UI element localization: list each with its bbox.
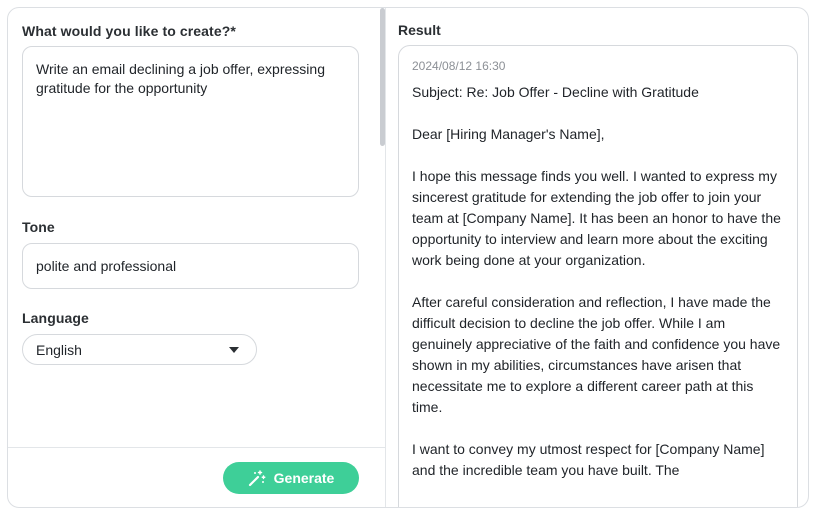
result-paragraph: I want to convey my utmost respect for [… [412,441,765,478]
result-box: 2024/08/12 16:30 Subject: Re: Job Offer … [398,45,798,507]
result-fade-overlay [399,484,797,507]
generate-button[interactable]: Generate [223,462,359,494]
result-paragraph: Subject: Re: Job Offer - Decline with Gr… [412,84,699,100]
prompt-label: What would you like to create?* [22,23,236,39]
generate-button-label: Generate [273,470,335,486]
form-panel: What would you like to create?* Tone Lan… [8,8,385,507]
caret-down-icon [229,346,239,353]
tone-label: Tone [22,219,55,235]
result-panel: Result 2024/08/12 16:30 Subject: Re: Job… [386,8,808,507]
language-select[interactable]: English [22,334,257,365]
language-selected-value: English [36,341,82,358]
result-paragraph: Dear [Hiring Manager's Name], [412,126,605,142]
magic-wand-icon [248,470,266,487]
language-label: Language [22,310,89,326]
result-paragraph: After careful consideration and reflecti… [412,294,781,415]
result-paragraph: I hope this message finds you well. I wa… [412,168,781,268]
form-footer-divider [8,447,385,448]
result-timestamp: 2024/08/12 16:30 [412,59,506,73]
prompt-textarea[interactable] [22,46,359,197]
result-label: Result [398,22,441,38]
app-card: What would you like to create?* Tone Lan… [7,7,809,508]
tone-input[interactable] [22,243,359,289]
